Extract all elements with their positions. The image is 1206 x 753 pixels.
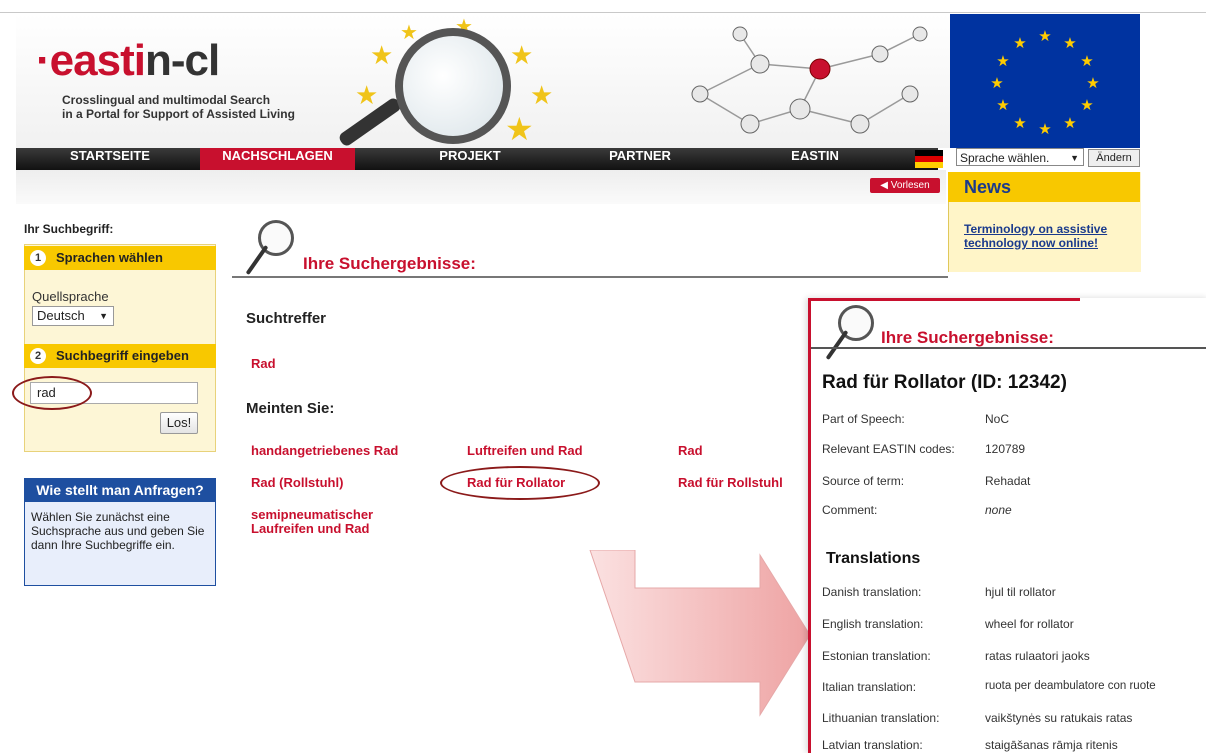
step2-number: 2 — [30, 348, 46, 364]
svg-text:★: ★ — [996, 96, 1009, 114]
svg-text:★: ★ — [1080, 52, 1093, 70]
translation-value: vaikštynės su ratukais ratas — [985, 711, 1133, 725]
star-icon: ★ — [355, 80, 379, 110]
detail-top-border — [808, 298, 1080, 301]
translation-value: ruota per deambulatore con ruote — [985, 680, 1156, 692]
suggestion-link[interactable]: Rad für Rollstuhl — [678, 476, 783, 490]
suggestion-link[interactable]: handangetriebenes Rad — [251, 444, 398, 458]
pointer-arrow-icon — [589, 550, 811, 717]
source-language-label: Quellsprache — [32, 289, 109, 304]
translation-value: wheel for rollator — [985, 617, 1074, 631]
detail-results-heading: Ihre Suchergebnisse: — [881, 328, 1054, 347]
translation-label: Italian translation: — [822, 680, 917, 694]
network-graphic-icon — [691, 26, 928, 134]
suggestion-link[interactable]: Rad (Rollstuhl) — [251, 476, 343, 490]
star-icon: ★ — [530, 80, 554, 110]
help-title: Wie stellt man Anfragen? — [24, 478, 216, 502]
language-select[interactable]: Sprache wählen. ▼ — [956, 148, 1084, 166]
site-tagline: Crosslingual and multimodal Search in a … — [62, 93, 295, 121]
nav-projekt[interactable]: PROJEKT — [400, 148, 540, 170]
highlight-circle — [440, 466, 600, 500]
step1-number: 1 — [30, 250, 46, 266]
results-heading: Ihre Suchergebnisse: — [303, 254, 476, 273]
translation-label: English translation: — [822, 617, 924, 631]
svg-text:★: ★ — [1086, 74, 1099, 92]
field-label: Comment: — [822, 503, 878, 517]
svg-text:★: ★ — [1013, 114, 1026, 132]
news-title: News — [948, 172, 1140, 202]
svg-text:★: ★ — [1013, 34, 1026, 52]
step1-header: Sprachen wählen — [24, 246, 216, 270]
translation-label: Estonian translation: — [822, 649, 931, 663]
step2-header: Suchbegriff eingeben — [24, 344, 216, 368]
field-value: NoC — [985, 412, 1010, 426]
suggestion-link[interactable]: semipneumatischer Laufreifen und Rad — [251, 508, 421, 536]
field-label: Source of term: — [822, 474, 905, 488]
german-flag-icon[interactable] — [915, 150, 943, 168]
svg-text:★: ★ — [1063, 114, 1076, 132]
term-title: Rad für Rollator (ID: 12342) — [822, 372, 1067, 393]
detail-divider — [811, 347, 1206, 349]
chevron-down-icon: ▼ — [99, 311, 108, 321]
translation-label: Lithuanian translation: — [822, 711, 940, 725]
did-you-mean-label: Meinten Sie: — [246, 400, 335, 417]
change-language-button[interactable]: Ändern — [1088, 149, 1140, 167]
search-go-button[interactable]: Los! — [160, 412, 198, 434]
read-aloud-button[interactable]: ◀ Vorlesen — [870, 178, 940, 193]
magnifier-handle — [245, 244, 269, 276]
chevron-down-icon: ▼ — [1070, 153, 1079, 163]
news-link[interactable]: Terminology on assistive technology now … — [964, 222, 1124, 250]
translations-heading: Translations — [826, 550, 921, 567]
translation-value: ratas rulaatori jaoks — [985, 649, 1090, 663]
hit-link[interactable]: Rad — [251, 356, 276, 371]
translation-value: staigāšanas rāmja ritenis — [985, 738, 1118, 752]
magnifier-icon — [395, 28, 511, 144]
translation-value: hjul til rollator — [985, 585, 1056, 599]
nav-startseite[interactable]: STARTSEITE — [40, 148, 180, 170]
field-value: Rehadat — [985, 474, 1031, 488]
field-value: none — [985, 503, 1012, 517]
results-divider — [232, 276, 948, 278]
suggestion-link[interactable]: Rad — [678, 444, 703, 458]
hits-label: Suchtreffer — [246, 310, 327, 327]
translation-label: Danish translation: — [822, 585, 922, 599]
search-term-label: Ihr Suchbegriff: — [24, 222, 114, 236]
nav-nachschlagen[interactable]: NACHSCHLAGEN — [200, 148, 355, 170]
sub-bar — [16, 170, 946, 204]
field-label: Part of Speech: — [822, 412, 905, 426]
svg-text:★: ★ — [996, 52, 1009, 70]
field-label: Relevant EASTIN codes: — [822, 442, 955, 456]
highlight-circle — [12, 376, 92, 410]
svg-text:★: ★ — [1063, 34, 1076, 52]
eu-stars-icon: ★ ★★ ★★★ ★★★ ★★★ — [990, 27, 1099, 136]
suggestion-link[interactable]: Luftreifen und Rad — [467, 444, 583, 458]
svg-text:★: ★ — [1038, 120, 1051, 136]
help-text: Wählen Sie zunächst eine Suchsprache aus… — [24, 502, 216, 586]
svg-text:★: ★ — [990, 74, 1003, 92]
site-logo[interactable]: ·eastin-cl — [36, 36, 220, 86]
nav-eastin[interactable]: EASTIN — [750, 148, 880, 170]
source-language-select[interactable]: Deutsch ▼ — [32, 306, 114, 326]
nav-partner[interactable]: PARTNER — [570, 148, 710, 170]
top-divider — [0, 12, 1206, 13]
translation-label: Latvian translation: — [822, 738, 923, 752]
star-icon: ★ — [370, 40, 394, 70]
field-value: 120789 — [985, 442, 1026, 456]
star-icon: ★ — [510, 40, 534, 70]
speaker-icon: ◀ — [880, 180, 891, 191]
star-icon: ★ — [505, 111, 534, 147]
svg-text:★: ★ — [1038, 27, 1051, 45]
svg-text:★: ★ — [1080, 96, 1093, 114]
